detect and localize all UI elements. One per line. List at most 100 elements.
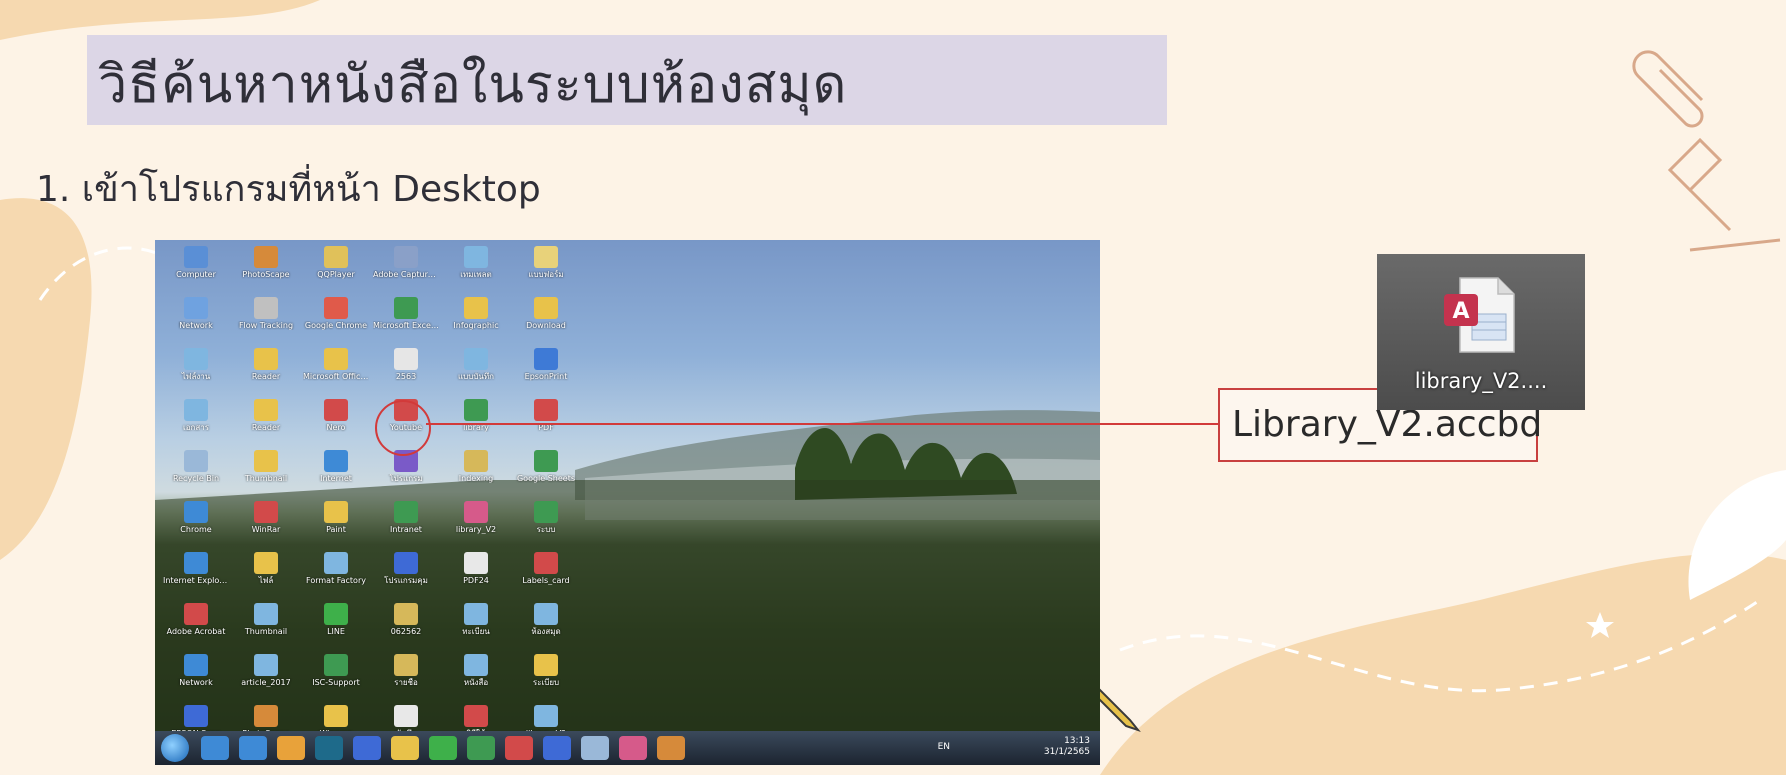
desktop-icon-glyph bbox=[534, 450, 558, 472]
desktop-icon-glyph bbox=[464, 705, 488, 727]
desktop-icon[interactable]: Thumbnail bbox=[233, 603, 299, 653]
desktop-icon[interactable]: แบบบันทึก bbox=[443, 348, 509, 398]
desktop-icon[interactable]: 062562 bbox=[373, 603, 439, 653]
desktop-icon-glyph bbox=[534, 246, 558, 268]
desktop-icon[interactable]: Internet Explorer bbox=[163, 552, 229, 602]
desktop-icon-glyph bbox=[534, 705, 558, 727]
desktop-icon[interactable]: เอกสาร bbox=[163, 399, 229, 449]
desktop-icon[interactable]: Network bbox=[163, 654, 229, 704]
desktop-icon-label: ไฟล์งาน bbox=[181, 372, 211, 381]
desktop-icon[interactable]: Google Chrome bbox=[303, 297, 369, 347]
desktop-icon[interactable]: PDF24 bbox=[443, 552, 509, 602]
taskbar-app-button[interactable] bbox=[429, 736, 457, 760]
desktop-icon[interactable]: Indexing bbox=[443, 450, 509, 500]
desktop-icon-label: Format Factory bbox=[306, 576, 366, 585]
desktop-icon[interactable]: เทมเพลต bbox=[443, 246, 509, 296]
desktop-icon[interactable]: Reader bbox=[233, 399, 299, 449]
desktop-icon-glyph bbox=[534, 297, 558, 319]
desktop-icon[interactable]: LINE bbox=[303, 603, 369, 653]
desktop-icon[interactable]: Adobe Capture Tool bbox=[373, 246, 439, 296]
paperclip-icon bbox=[1632, 50, 1704, 128]
taskbar-app-button[interactable] bbox=[201, 736, 229, 760]
taskbar-app-button[interactable] bbox=[581, 736, 609, 760]
desktop-icon-glyph bbox=[464, 450, 488, 472]
desktop-icon[interactable]: ห้องสมุด bbox=[513, 603, 579, 653]
desktop-icon-glyph bbox=[394, 603, 418, 625]
desktop-icon-label: PDF24 bbox=[463, 576, 489, 585]
desktop-icon-label: แบบฟอร์ม bbox=[528, 270, 564, 279]
desktop-icon[interactable]: article_2017 bbox=[233, 654, 299, 704]
taskbar-app-button[interactable] bbox=[467, 736, 495, 760]
desktop-icon-label: ระเบียบ bbox=[532, 678, 560, 687]
desktop-icon-glyph bbox=[394, 705, 418, 727]
desktop-icon[interactable]: โปรแกรมคุม bbox=[373, 552, 439, 602]
desktop-icon-label: โปรแกรม bbox=[389, 474, 423, 483]
desktop-icon[interactable]: EpsonPrint bbox=[513, 348, 579, 398]
desktop-icon-glyph bbox=[394, 501, 418, 523]
desktop-icon[interactable]: โปรแกรม bbox=[373, 450, 439, 500]
desktop-icon[interactable]: Microsoft Office 2010 bbox=[303, 348, 369, 398]
desktop-icon[interactable]: หนังสือ bbox=[443, 654, 509, 704]
desktop-icon[interactable]: Google Sheets bbox=[513, 450, 579, 500]
taskbar-app-button[interactable] bbox=[657, 736, 685, 760]
desktop-icon-glyph bbox=[184, 450, 208, 472]
desktop-icon[interactable]: ISC-Support bbox=[303, 654, 369, 704]
desktop-icon[interactable]: QQPlayer bbox=[303, 246, 369, 296]
desktop-icon[interactable]: แบบฟอร์ม bbox=[513, 246, 579, 296]
desktop-icon-label: หนังสือ bbox=[463, 678, 489, 687]
desktop-icon[interactable]: Reader bbox=[233, 348, 299, 398]
desktop-icon-glyph bbox=[464, 654, 488, 676]
desktop-icon[interactable]: ไฟล์งาน bbox=[163, 348, 229, 398]
desktop-icon[interactable]: Nero bbox=[303, 399, 369, 449]
desktop-icon[interactable]: Intranet bbox=[373, 501, 439, 551]
desktop-icon[interactable]: Internet bbox=[303, 450, 369, 500]
desktop-icon-glyph bbox=[254, 603, 278, 625]
desktop-icon[interactable]: Adobe Acrobat bbox=[163, 603, 229, 653]
taskbar-app-button[interactable] bbox=[277, 736, 305, 760]
desktop-icon[interactable]: ทะเบียน bbox=[443, 603, 509, 653]
desktop-icon[interactable]: Network bbox=[163, 297, 229, 347]
taskbar-app-button[interactable] bbox=[315, 736, 343, 760]
desktop-icon[interactable]: 2563 bbox=[373, 348, 439, 398]
desktop-icon[interactable]: Format Factory bbox=[303, 552, 369, 602]
desktop-icon-label: QQPlayer bbox=[317, 270, 355, 279]
desktop-icon[interactable]: Recycle Bin bbox=[163, 450, 229, 500]
desktop-icon-label: Google Sheets bbox=[516, 474, 576, 483]
desktop-icon[interactable]: Thumbnail bbox=[233, 450, 299, 500]
desktop-icon-glyph bbox=[324, 297, 348, 319]
desktop-icon[interactable]: Microsoft Excel 2010 bbox=[373, 297, 439, 347]
taskbar-app-button[interactable] bbox=[239, 736, 267, 760]
desktop-icon-glyph bbox=[324, 246, 348, 268]
desktop-icon[interactable]: library_V2 bbox=[443, 501, 509, 551]
desktop-icon-glyph bbox=[254, 501, 278, 523]
desktop-icon-glyph bbox=[534, 501, 558, 523]
desktop-icon[interactable]: WinRar bbox=[233, 501, 299, 551]
language-indicator[interactable]: EN bbox=[938, 742, 950, 752]
desktop-icon[interactable]: PhotoScape bbox=[233, 246, 299, 296]
desktop-icon[interactable]: Infographic bbox=[443, 297, 509, 347]
desktop-icon[interactable]: ระบบ bbox=[513, 501, 579, 551]
desktop-icon[interactable]: ระเบียบ bbox=[513, 654, 579, 704]
desktop-icon[interactable]: รายชื่อ bbox=[373, 654, 439, 704]
desktop-icon-label: Internet Explorer bbox=[163, 576, 229, 585]
desktop-icon[interactable]: ไฟล์ bbox=[233, 552, 299, 602]
desktop-icon[interactable]: Chrome bbox=[163, 501, 229, 551]
desktop-icon-glyph bbox=[254, 399, 278, 421]
desktop-icon-glyph bbox=[324, 654, 348, 676]
taskbar-app-button[interactable] bbox=[353, 736, 381, 760]
desktop-icon-glyph bbox=[394, 297, 418, 319]
desktop-icon[interactable]: Download bbox=[513, 297, 579, 347]
start-button[interactable] bbox=[161, 734, 189, 762]
taskbar-app-button[interactable] bbox=[505, 736, 533, 760]
taskbar-app-button[interactable] bbox=[391, 736, 419, 760]
taskbar-app-button[interactable] bbox=[619, 736, 647, 760]
desktop-icon[interactable]: Labels_card bbox=[513, 552, 579, 602]
desktop-icon[interactable]: Flow Tracking bbox=[233, 297, 299, 347]
desktop-icon-glyph bbox=[534, 603, 558, 625]
desktop-icon-label: Labels_card bbox=[522, 576, 570, 585]
desktop-icon[interactable]: Paint bbox=[303, 501, 369, 551]
desktop-icon-glyph bbox=[464, 399, 488, 421]
desktop-icon[interactable]: Computer bbox=[163, 246, 229, 296]
taskbar-app-button[interactable] bbox=[543, 736, 571, 760]
system-clock[interactable]: 13:13 31/1/2565 bbox=[1044, 736, 1090, 758]
